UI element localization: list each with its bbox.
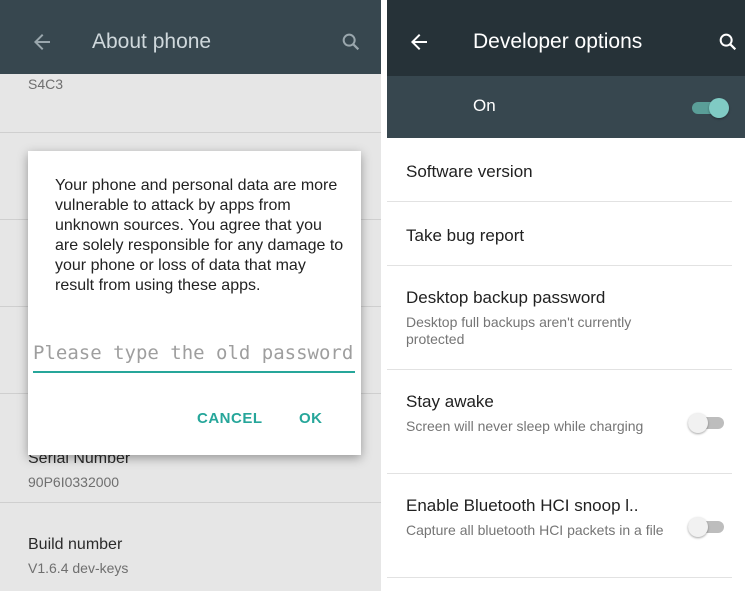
setting-software-version[interactable]: Software version <box>387 138 732 202</box>
switch-thumb <box>688 413 708 433</box>
password-input[interactable] <box>33 337 355 373</box>
item-value: V1.6.4 dev-keys <box>28 560 129 576</box>
search-icon[interactable] <box>717 31 739 53</box>
developer-options-screen: Developer options On Software version Ta… <box>387 0 745 591</box>
stay-awake-switch[interactable] <box>688 411 726 433</box>
password-dialog: Your phone and personal data are more vu… <box>28 151 361 455</box>
item-title: Build number <box>28 536 123 553</box>
switch-thumb <box>709 98 729 118</box>
list-item[interactable]: Build number V1.6.4 dev-keys <box>0 503 381 591</box>
switch-thumb <box>688 517 708 537</box>
master-toggle-label: On <box>473 96 496 115</box>
cancel-button[interactable]: CANCEL <box>197 410 263 427</box>
about-phone-toolbar: About phone <box>0 0 381 74</box>
master-toggle-switch[interactable] <box>692 96 730 118</box>
setting-title: Software version <box>406 162 533 181</box>
ok-button[interactable]: OK <box>299 410 323 427</box>
setting-desktop-backup-password[interactable]: Desktop backup password Desktop full bac… <box>387 266 732 370</box>
page-title: About phone <box>92 30 212 53</box>
setting-take-bug-report[interactable]: Take bug report <box>387 202 732 266</box>
setting-summary: Screen will never sleep while charging <box>406 418 644 434</box>
setting-bluetooth-hci-snoop[interactable]: Enable Bluetooth HCI snoop l.. Capture a… <box>387 474 732 578</box>
setting-title: Stay awake <box>406 392 494 411</box>
setting-summary: Desktop full backups aren't currently pr… <box>406 314 632 347</box>
setting-summary: Capture all bluetooth HCI packets in a f… <box>406 522 664 538</box>
item-value: S4C3 <box>28 76 64 92</box>
about-phone-screen: About phone S4C3 Serial Number 90P6I0332… <box>0 0 381 591</box>
master-toggle-bar[interactable]: On <box>387 76 745 138</box>
setting-title: Take bug report <box>406 226 525 245</box>
dialog-message: Your phone and personal data are more vu… <box>55 177 344 294</box>
setting-title: Desktop backup password <box>406 288 606 307</box>
bluetooth-hci-snoop-switch[interactable] <box>688 515 726 537</box>
setting-stay-awake[interactable]: Stay awake Screen will never sleep while… <box>387 370 732 474</box>
setting-title: Enable Bluetooth HCI snoop l.. <box>406 496 639 515</box>
page-title: Developer options <box>473 30 643 53</box>
back-arrow-icon[interactable] <box>407 30 431 54</box>
item-value: 90P6I0332000 <box>28 474 120 490</box>
back-arrow-icon[interactable] <box>30 30 54 54</box>
list-item[interactable]: S4C3 <box>0 74 381 133</box>
search-icon[interactable] <box>340 31 362 53</box>
developer-options-toolbar: Developer options <box>387 0 745 76</box>
